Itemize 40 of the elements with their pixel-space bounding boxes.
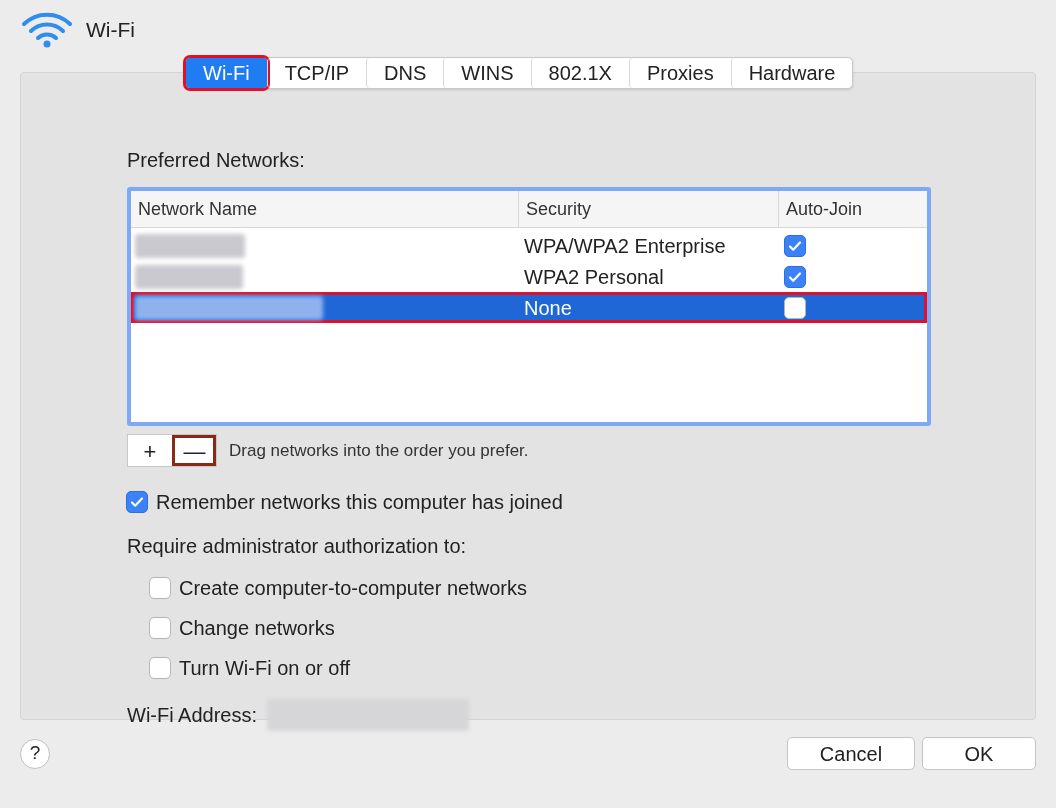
tab[interactable]: WINS xyxy=(443,58,531,88)
help-button[interactable]: ? xyxy=(20,738,50,769)
checkbox[interactable] xyxy=(149,657,171,679)
checkbox-label: Remember networks this computer has joined xyxy=(156,490,563,515)
address-label: Wi-Fi Address: xyxy=(127,703,258,728)
security-cell-text: WPA2 Personal xyxy=(523,264,665,290)
add-button[interactable]: + xyxy=(128,435,172,466)
section-label: Preferred Networks: xyxy=(127,148,306,173)
remove-button[interactable]: — xyxy=(172,435,216,466)
drag-hint: Drag networks into the order you prefer. xyxy=(229,439,529,462)
security-cell-text: None xyxy=(523,295,573,321)
tab[interactable]: DNS xyxy=(366,58,444,88)
checkbox[interactable] xyxy=(784,234,806,257)
checkmark-icon xyxy=(129,494,145,510)
network-list[interactable]: Network Name Security Auto-Join WPA/WPA2 Enterprise WPA2 Personal None xyxy=(127,187,931,426)
checkbox-label: Turn Wi-Fi on or off xyxy=(179,656,351,681)
tab[interactable]: TCP/IP xyxy=(266,58,367,88)
checkbox[interactable] xyxy=(126,491,148,513)
network-row[interactable]: WPA2 Personal xyxy=(131,261,927,292)
checkbox[interactable] xyxy=(784,265,806,288)
security-cell-text: WPA/WPA2 Enterprise xyxy=(523,233,727,259)
checkbox-label: Create computer-to-computer networks xyxy=(179,576,527,601)
network-row[interactable]: None xyxy=(131,292,927,323)
section-label: Require administrator authorization to: xyxy=(127,534,468,559)
cancel-button[interactable]: Cancel xyxy=(787,737,915,770)
ok-button[interactable]: OK xyxy=(922,737,1036,770)
window-title: Wi-Fi xyxy=(86,17,135,44)
network-row[interactable]: WPA/WPA2 Enterprise xyxy=(131,230,927,261)
checkbox[interactable] xyxy=(149,577,171,599)
tab[interactable]: Proxies xyxy=(628,58,731,88)
wifi-icon xyxy=(20,10,74,50)
checkbox[interactable] xyxy=(784,296,806,319)
tab[interactable]: Hardware xyxy=(730,58,853,88)
column-header[interactable]: Network Name xyxy=(131,191,518,227)
tab[interactable]: 802.1X xyxy=(530,58,629,88)
column-header[interactable]: Security xyxy=(518,191,778,227)
tab[interactable]: Wi-Fi xyxy=(186,58,267,88)
checkbox-label: Change networks xyxy=(179,616,335,641)
checkbox[interactable] xyxy=(149,617,171,639)
column-header[interactable]: Auto-Join xyxy=(778,191,927,227)
